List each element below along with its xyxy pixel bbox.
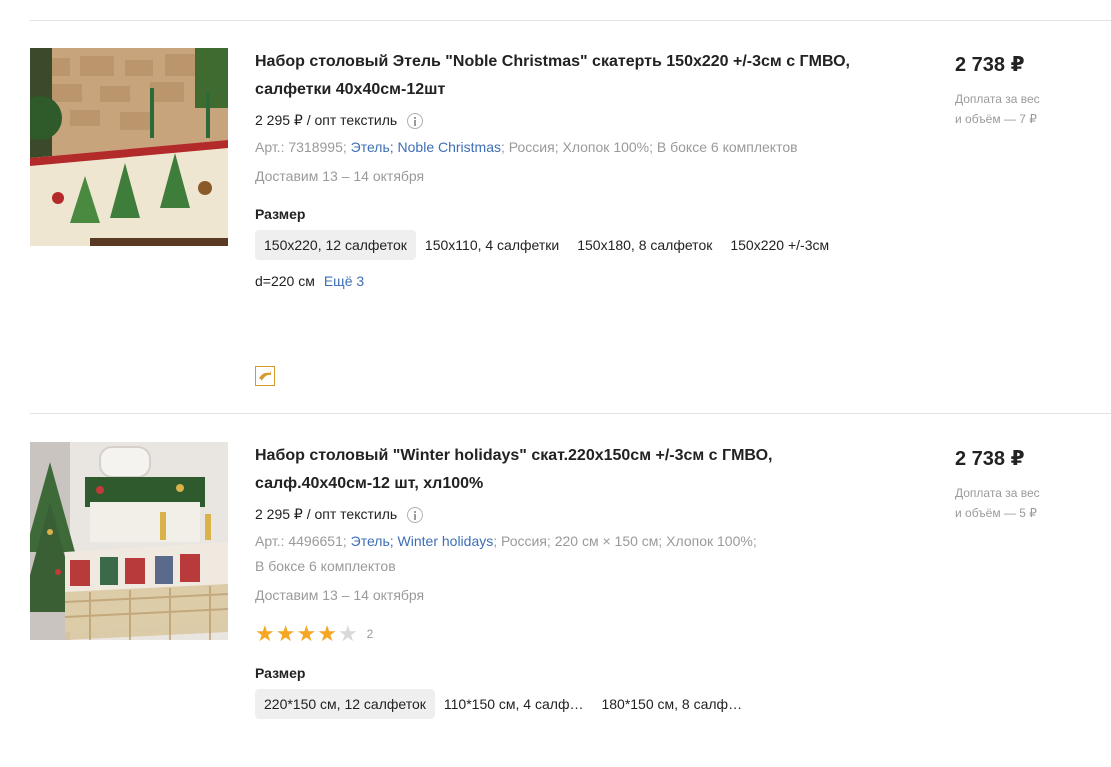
card-divider [30,413,1111,414]
extra-fee-note: Доплата за вес и объём — 5 ₽ [955,483,1095,523]
delivery-date: Доставим 13 – 14 октября [255,168,425,184]
delivery-date: Доставим 13 – 14 октября [255,587,425,603]
product-image[interactable] [30,442,228,640]
info-icon[interactable] [407,506,424,523]
tablecloth-photo [30,48,228,246]
product-title-line2[interactable]: салфетки 40х40см-12шт [255,76,895,104]
size-options: 150x220, 12 салфеток 150х110, 4 салфетки… [255,230,895,260]
size-options-row2: d=220 см Ещё 3 [255,266,895,296]
rating[interactable]: ★ ★ ★ ★ ★ 2 [255,623,895,645]
size-options: 220*150 см, 12 салфеток 110*150 см, 4 са… [255,689,895,719]
meta-details-line2: В боксе 6 комплектов [255,558,396,574]
size-option[interactable]: 180*150 см, 8 салф… [592,689,751,719]
product-title[interactable]: Набор столовый Этель "Noble Christmas" с… [255,48,895,104]
tablecloth-photo [30,442,228,640]
product-title-line1[interactable]: Набор столовый "Winter holidays" скат.22… [255,442,895,470]
star-empty-icon: ★ [337,621,358,646]
size-label: Размер [255,206,306,222]
extra-fee-line2: и объём — 7 ₽ [955,112,1037,126]
more-sizes-link[interactable]: Ещё 3 [324,273,364,289]
wholesale-price: 2 295 ₽ / опт текстиль [255,112,398,128]
size-option-selected[interactable]: 220*150 см, 12 салфеток [255,689,435,719]
brand-link[interactable]: Этель; [351,139,394,155]
brand-link[interactable]: Этель; [351,533,394,549]
meta-details: ; Россия; 220 см × 150 см; Хлопок 100%; [493,533,757,549]
wholesale-price-row: 2 295 ₽ / опт текстиль [255,112,895,129]
article-number: Арт.: 7318995; [255,139,347,155]
size-option[interactable]: 150х180, 8 салфеток [568,230,721,260]
collection-link[interactable]: Winter holidays [398,533,494,549]
size-option[interactable]: d=220 см [255,266,324,296]
size-option[interactable]: 150х220 +/-3см [721,230,838,260]
product-title-line2[interactable]: салф.40х40см-12 шт, хл100% [255,470,895,498]
rating-count[interactable]: 2 [367,627,374,641]
wholesale-price: 2 295 ₽ / опт текстиль [255,506,398,522]
info-icon[interactable] [407,112,424,129]
meta-details: ; Россия; Хлопок 100%; В боксе 6 комплек… [501,139,798,155]
product-price: 2 738 ₽ [955,448,1025,470]
product-price: 2 738 ₽ [955,54,1025,76]
dolphin-badge[interactable] [255,366,275,386]
wholesale-price-row: 2 295 ₽ / опт текстиль [255,506,895,523]
product-image[interactable] [30,48,228,246]
star-filled-icon: ★ [296,621,317,646]
top-divider [30,20,1111,21]
extra-fee-line2: и объём — 5 ₽ [955,506,1037,520]
star-filled-icon: ★ [275,621,296,646]
product-title[interactable]: Набор столовый "Winter holidays" скат.22… [255,442,895,498]
size-option[interactable]: 110*150 см, 4 салф… [435,689,593,719]
collection-link[interactable]: Noble Christmas [398,139,501,155]
product-meta: Арт.: 4496651; Этель; Winter holidays; Р… [255,529,895,579]
size-option[interactable]: 150х110, 4 салфетки [416,230,568,260]
star-filled-icon: ★ [255,621,275,646]
size-option-selected[interactable]: 150x220, 12 салфеток [255,230,416,260]
article-number: Арт.: 4496651; [255,533,347,549]
extra-fee-line1: Доплата за вес [955,92,1040,106]
star-filled-icon: ★ [317,621,337,646]
extra-fee-line1: Доплата за вес [955,486,1040,500]
dolphin-icon [259,371,271,381]
size-label: Размер [255,665,306,681]
product-meta: Арт.: 7318995; Этель; Noble Christmas; Р… [255,135,895,160]
extra-fee-note: Доплата за вес и объём — 7 ₽ [955,89,1095,129]
product-title-line1[interactable]: Набор столовый Этель "Noble Christmas" с… [255,48,895,76]
